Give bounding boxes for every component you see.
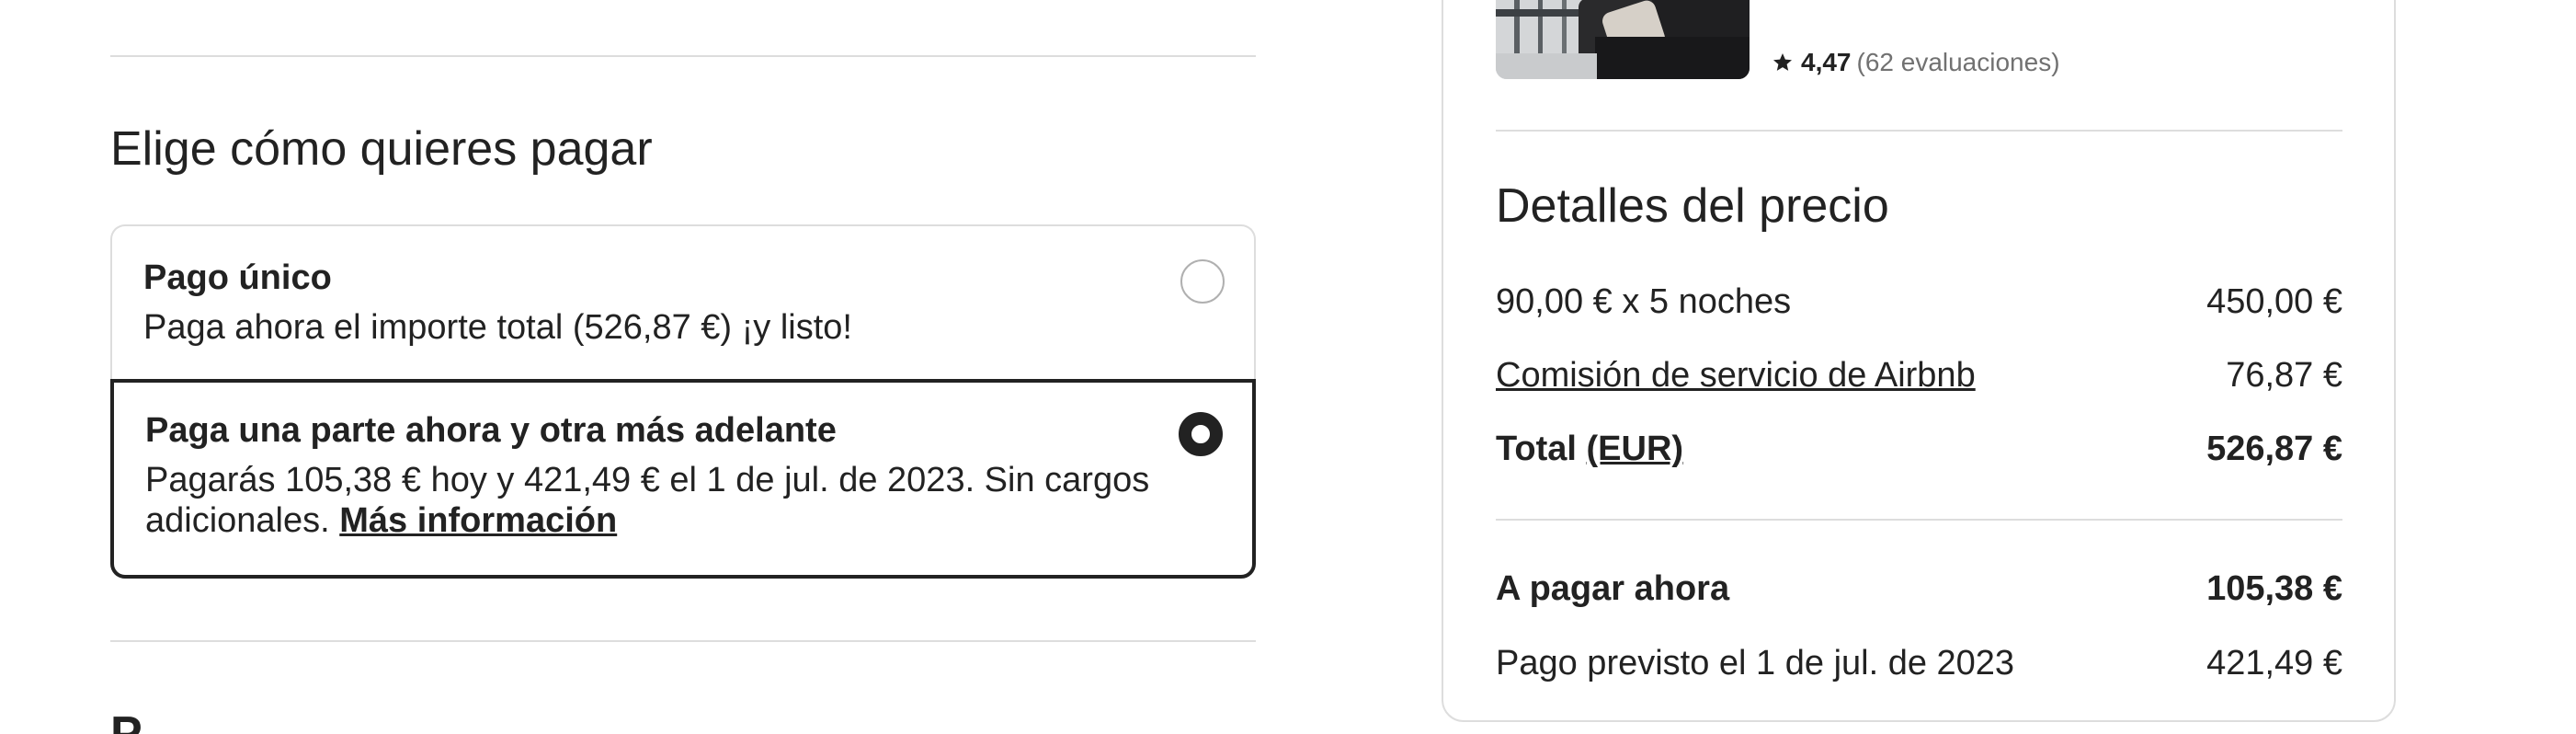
payment-option-full-radio[interactable] [1180, 259, 1225, 304]
payment-option-split-text: Pagarás 105,38 € hoy y 421,49 € el 1 de … [145, 461, 1150, 540]
price-details-heading: Detalles del precio [1496, 179, 1889, 233]
payment-option-split-description: Pagarás 105,38 € hoy y 421,49 € el 1 de … [145, 460, 1157, 541]
payment-option-split[interactable]: Paga una parte ahora y otra más adelante… [110, 379, 1256, 579]
price-row-nights-label: 90,00 € x 5 noches [1496, 282, 1792, 321]
next-section-heading-text: P [110, 707, 142, 734]
price-row-service-fee: Comisión de servicio de Airbnb 76,87 € [1496, 352, 2342, 398]
card-divider-bottom [1496, 519, 2342, 521]
section-divider-bottom [110, 640, 1256, 642]
price-row-nights: 90,00 € x 5 noches 450,00 € [1496, 279, 2342, 325]
total-value: 526,87 € [2206, 430, 2342, 468]
payment-option-split-radio[interactable] [1179, 412, 1223, 456]
price-row-total-label-group: Total (EUR) [1496, 426, 1683, 472]
pay-now-label: A pagar ahora [1496, 569, 1730, 608]
price-row-total: Total (EUR) 526,87 € [1496, 426, 2342, 472]
currency-link[interactable]: (EUR) [1587, 430, 1684, 468]
payment-method-heading: Elige cómo quieres pagar [110, 122, 653, 176]
payment-option-full[interactable]: Pago único Paga ahora el importe total (… [110, 224, 1256, 383]
scheduled-payment-value: 421,49 € [2206, 644, 2342, 682]
total-label: Total [1496, 430, 1577, 468]
scheduled-payment-label: Pago previsto el 1 de jul. de 2023 [1496, 644, 2015, 682]
payment-option-full-title: Pago único [143, 258, 332, 297]
pay-now-value: 105,38 € [2206, 569, 2342, 608]
price-row-scheduled: Pago previsto el 1 de jul. de 2023 421,4… [1496, 640, 2342, 686]
listing-photo [1496, 0, 1750, 79]
price-row-nights-value: 450,00 € [2206, 282, 2342, 321]
star-icon [1773, 53, 1792, 71]
next-section-heading: P [110, 706, 221, 734]
payment-section: Elige cómo quieres pagar Pago único Paga… [110, 0, 1256, 734]
payment-option-full-description: Paga ahora el importe total (526,87 €) ¡… [143, 308, 852, 347]
section-divider-top [110, 55, 1256, 57]
more-info-link[interactable]: Más información [339, 501, 617, 540]
rating-review-count: (62 evaluaciones) [1856, 48, 2060, 76]
payment-option-split-title: Paga una parte ahora y otra más adelante [145, 411, 837, 450]
rating-score: 4,47 [1801, 48, 1852, 76]
payment-options-group: Pago único Paga ahora el importe total (… [110, 224, 1256, 579]
price-row-pay-now: A pagar ahora 105,38 € [1496, 566, 2342, 612]
card-divider-top [1496, 130, 2342, 132]
listing-rating: 4,47 (62 evaluaciones) [1772, 46, 2060, 79]
price-row-service-fee-value: 76,87 € [2226, 356, 2342, 395]
service-fee-link[interactable]: Comisión de servicio de Airbnb [1496, 352, 1976, 398]
